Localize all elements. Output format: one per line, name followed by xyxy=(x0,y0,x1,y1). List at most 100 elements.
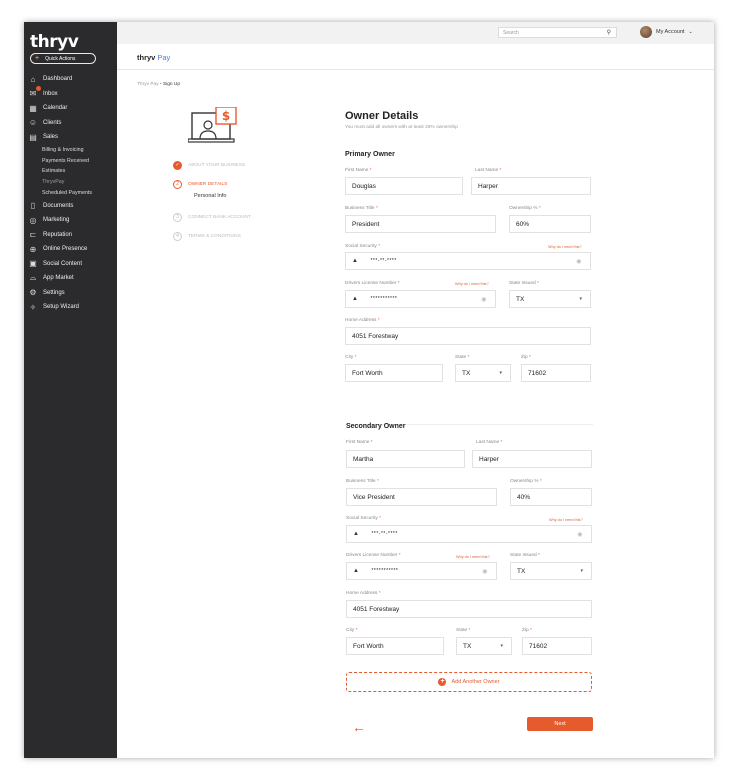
breadcrumb: Thryv Pay • Sign Up xyxy=(137,82,180,87)
sidebar-item-calendar[interactable]: ▦ Calendar xyxy=(28,101,116,116)
logo-main-text: thryv xyxy=(137,53,156,62)
sidebar-item-inbox[interactable]: ✉ Inbox xyxy=(28,86,116,102)
breadcrumb-parent[interactable]: Thryv Pay xyxy=(137,82,159,87)
sidebar-item-setup-wizard[interactable]: ✧ Setup Wizard xyxy=(28,300,116,315)
license-value: *********** xyxy=(371,568,399,574)
page-subtitle: You must add all owners with at least 25… xyxy=(345,125,458,130)
breadcrumb-current: Sign Up xyxy=(162,82,181,87)
sidebar-item-marketing[interactable]: ◎ Marketing xyxy=(28,213,116,228)
payment-illustration-icon: $ xyxy=(188,107,237,143)
secondary-business-title-field[interactable]: Vice President xyxy=(346,488,497,506)
step-terms[interactable]: 4 TERMS & CONDITIONS xyxy=(173,231,283,241)
zip-label: Zip * xyxy=(522,628,532,633)
search-input[interactable]: Search ⚲ xyxy=(498,27,617,38)
search-icon[interactable]: ⚲ xyxy=(607,29,611,36)
signup-steps: ✓ ABOUT YOUR BUSINESS 2 OWNER DETAILS Pe… xyxy=(173,160,283,250)
step-owner-details[interactable]: 2 OWNER DETAILS xyxy=(173,179,283,189)
label-text: Drivers License Number xyxy=(345,281,397,286)
why-need-license-link[interactable]: Why do I need this? xyxy=(455,282,489,286)
secondary-zip-field[interactable]: 71602 xyxy=(522,637,592,655)
primary-business-title-field[interactable]: President xyxy=(345,215,496,233)
add-another-owner-button[interactable]: + Add Another Owner xyxy=(346,672,592,692)
documents-icon: ▯ xyxy=(30,201,36,211)
secondary-city-field[interactable]: Fort Worth xyxy=(346,637,444,655)
sidebar-item-label: Dashboard xyxy=(43,76,73,83)
sidebar-item-app-market[interactable]: ⌓ App Market xyxy=(28,271,116,286)
sidebar-subitem-estimates[interactable]: Estimates xyxy=(28,166,116,177)
account-menu[interactable]: My Account ⌄ xyxy=(640,26,693,38)
label-text: First Name xyxy=(346,440,370,445)
primary-state-issued-select[interactable]: TX ▾ xyxy=(509,290,591,308)
eye-icon[interactable]: ◉ xyxy=(482,568,488,575)
sidebar-item-online-presence[interactable]: ⊕ Online Presence xyxy=(28,242,116,257)
first-name-label: First Name * xyxy=(345,168,372,173)
primary-owner-heading: Primary Owner xyxy=(345,151,395,158)
primary-ownership-field[interactable]: 60% xyxy=(509,215,591,233)
state-label: State * xyxy=(455,355,469,360)
secondary-first-name-field[interactable]: Martha xyxy=(346,450,465,468)
back-arrow-icon[interactable]: ← xyxy=(352,719,366,735)
primary-state-select[interactable]: TX ▾ xyxy=(455,364,511,382)
eye-icon[interactable]: ◉ xyxy=(481,296,487,303)
svg-text:$: $ xyxy=(222,109,230,123)
sidebar-item-dashboard[interactable]: ⌂ Dashboard xyxy=(28,72,116,87)
step-number-icon: 2 xyxy=(173,179,182,189)
required-mark: * xyxy=(377,318,380,323)
label-text: Social Security xyxy=(345,244,377,249)
label-text: Ownership % xyxy=(509,206,538,211)
step-connect-bank[interactable]: 3 CONNECT BANK ACCOUNT xyxy=(173,212,283,222)
why-need-license-link[interactable]: Why do I need this? xyxy=(456,555,490,559)
secondary-state-issued-select[interactable]: TX ▾ xyxy=(510,562,592,580)
sidebar-item-documents[interactable]: ▯ Documents xyxy=(28,198,116,213)
step-about-business[interactable]: ✓ ABOUT YOUR BUSINESS xyxy=(173,160,283,170)
add-owner-label: Add Another Owner xyxy=(451,679,500,685)
primary-last-name-field[interactable]: Harper xyxy=(471,177,591,195)
thryv-logo[interactable]: thryv xyxy=(30,32,79,52)
why-need-ssn-link[interactable]: Why do I need this? xyxy=(548,245,582,249)
sidebar-subitem-billing[interactable]: Billing & Invoicing xyxy=(28,145,116,156)
sidebar-item-social-content[interactable]: ▣ Social Content xyxy=(28,256,116,271)
secondary-address-field[interactable]: 4051 Forestway xyxy=(346,600,592,618)
primary-license-field[interactable]: ▲ *********** ◉ xyxy=(345,290,496,308)
step-number-icon: 4 xyxy=(173,231,182,241)
label-text: Ownership % xyxy=(510,479,539,484)
sidebar-item-label: Calendar xyxy=(43,105,68,112)
primary-ssn-field[interactable]: ▲ ***-**-**** ◉ xyxy=(345,252,591,270)
label-text: Business Title xyxy=(345,206,375,211)
label-text: Last Name xyxy=(475,168,499,173)
sidebar-subitem-payments-received[interactable]: Payments Received xyxy=(28,155,116,166)
primary-city-field[interactable]: Fort Worth xyxy=(345,364,443,382)
sidebar-item-label: Clients xyxy=(43,119,62,126)
secondary-ssn-field[interactable]: ▲ ***-**-**** ◉ xyxy=(346,525,592,543)
secondary-license-field[interactable]: ▲ *********** ◉ xyxy=(346,562,497,580)
required-mark: * xyxy=(537,281,539,286)
license-value: *********** xyxy=(370,296,398,302)
secondary-last-name-field[interactable]: Harper xyxy=(472,450,592,468)
sidebar: thryv + Quick Actions ⌂ Dashboard ✉ Inbo… xyxy=(24,22,117,758)
step-label: OWNER DETAILS xyxy=(188,181,228,187)
quick-actions-button[interactable]: + Quick Actions xyxy=(30,53,96,64)
secondary-state-select[interactable]: TX ▾ xyxy=(456,637,512,655)
label-text: Home Address xyxy=(346,591,378,596)
calendar-icon: ▦ xyxy=(29,103,37,113)
home-address-label: Home Address * xyxy=(346,591,381,596)
sidebar-item-reputation[interactable]: ⊏ Reputation xyxy=(28,227,116,242)
next-button[interactable]: Next xyxy=(527,717,593,731)
sidebar-item-label: App Market xyxy=(43,275,74,282)
sidebar-subitem-thryvpay[interactable]: ThryvPay xyxy=(28,177,116,188)
primary-first-name-field[interactable]: Douglas xyxy=(345,177,463,195)
store-icon: ⌓ xyxy=(29,273,37,283)
eye-icon[interactable]: ◉ xyxy=(576,258,582,265)
sidebar-item-clients[interactable]: ☺ Clients xyxy=(28,116,116,131)
required-mark: * xyxy=(539,479,542,484)
sidebar-item-settings[interactable]: ⚙ Settings xyxy=(28,285,116,300)
eye-icon[interactable]: ◉ xyxy=(577,531,583,538)
sidebar-subitem-scheduled-payments[interactable]: Scheduled Payments xyxy=(28,188,116,199)
why-need-ssn-link[interactable]: Why do I need this? xyxy=(549,518,583,522)
primary-zip-field[interactable]: 71602 xyxy=(521,364,591,382)
primary-address-field[interactable]: 4051 Forestway xyxy=(345,327,591,345)
secondary-ownership-field[interactable]: 40% xyxy=(510,488,592,506)
required-mark: * xyxy=(370,440,373,445)
sidebar-item-sales[interactable]: ▤ Sales xyxy=(28,130,116,145)
label-text: Drivers License Number xyxy=(346,553,398,558)
